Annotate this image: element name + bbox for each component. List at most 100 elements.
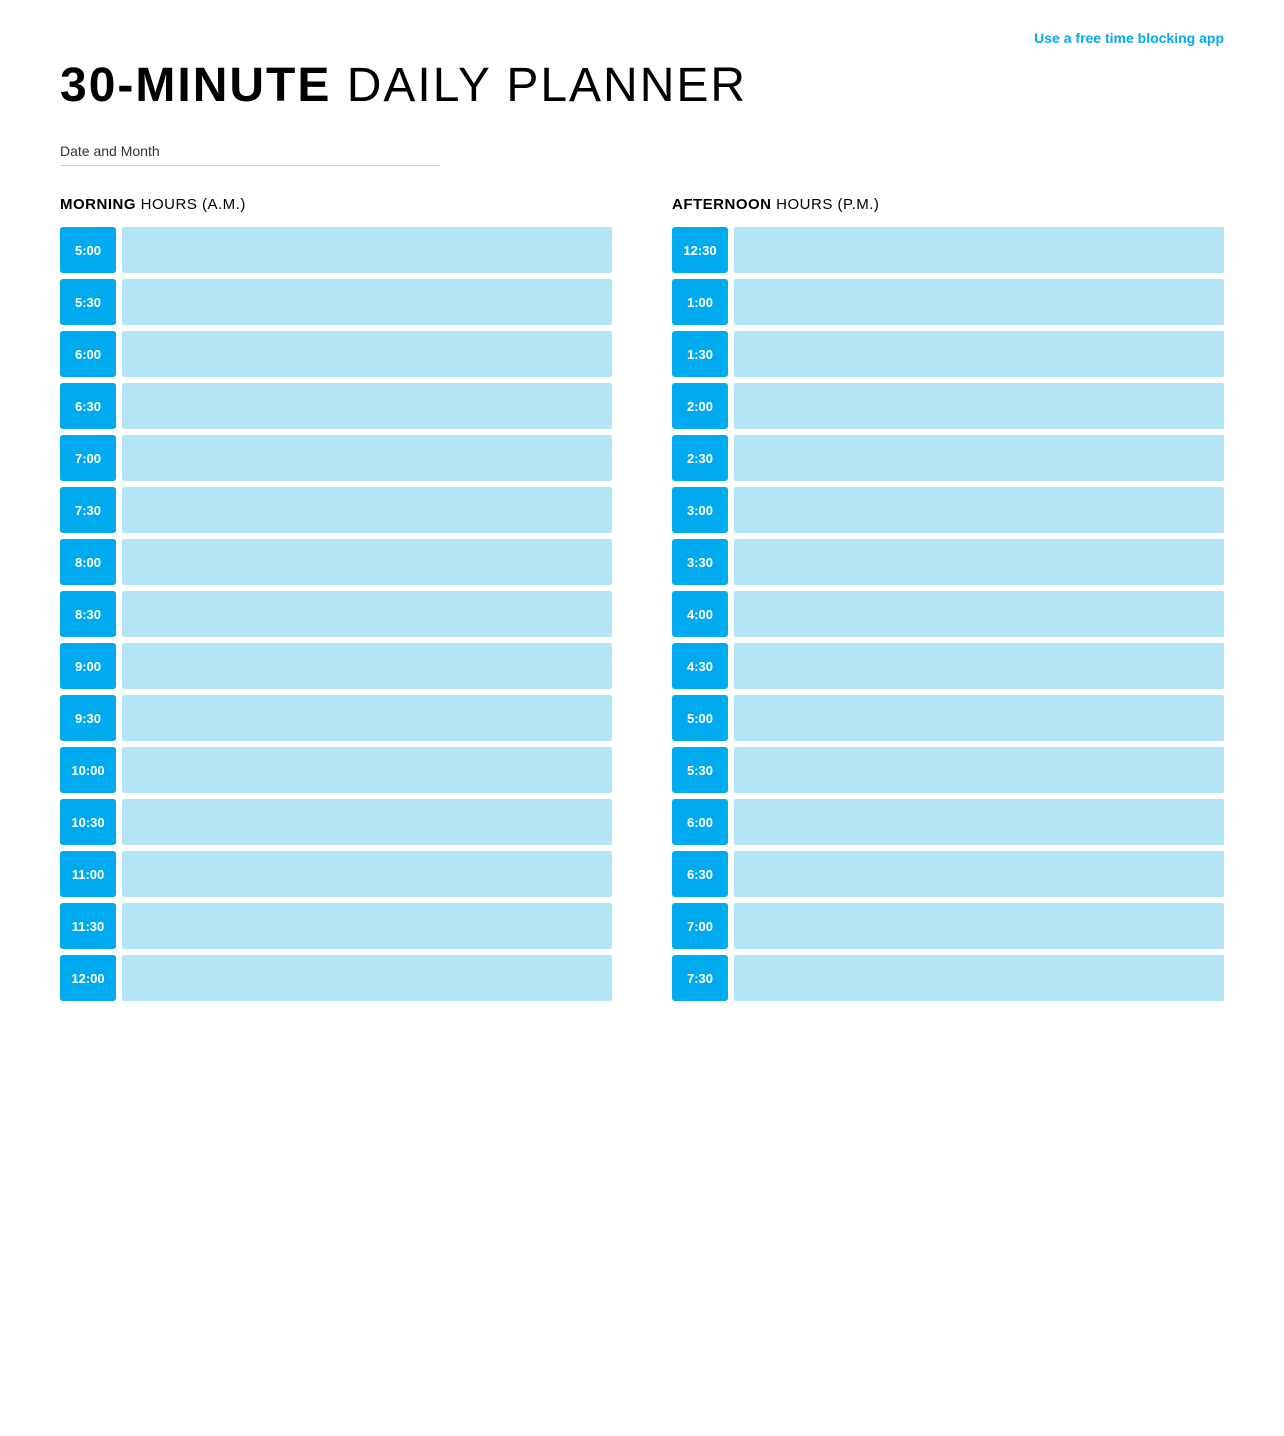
- time-block[interactable]: [122, 695, 612, 741]
- time-badge: 6:00: [60, 331, 116, 377]
- time-block[interactable]: [734, 955, 1224, 1001]
- time-row[interactable]: 6:00: [672, 799, 1224, 845]
- time-row[interactable]: 5:30: [672, 747, 1224, 793]
- time-block[interactable]: [734, 643, 1224, 689]
- time-block[interactable]: [734, 851, 1224, 897]
- time-badge: 12:00: [60, 955, 116, 1001]
- afternoon-times: 12:30 1:00 1:30 2:00 2:30 3:00 3:30 4:00…: [672, 227, 1224, 1001]
- time-row[interactable]: 3:00: [672, 487, 1224, 533]
- time-block[interactable]: [122, 591, 612, 637]
- morning-column: MORNING HOURS (A.M.) 5:00 5:30 6:00 6:30…: [60, 196, 612, 1007]
- time-row[interactable]: 1:00: [672, 279, 1224, 325]
- time-row[interactable]: 4:30: [672, 643, 1224, 689]
- time-row[interactable]: 4:00: [672, 591, 1224, 637]
- time-row[interactable]: 8:30: [60, 591, 612, 637]
- time-block[interactable]: [122, 643, 612, 689]
- time-row[interactable]: 1:30: [672, 331, 1224, 377]
- time-badge: 10:00: [60, 747, 116, 793]
- time-block[interactable]: [122, 539, 612, 585]
- time-badge: 3:30: [672, 539, 728, 585]
- time-block[interactable]: [122, 487, 612, 533]
- time-badge: 11:30: [60, 903, 116, 949]
- afternoon-header-regular: HOURS (P.M.): [772, 196, 880, 213]
- top-link[interactable]: Use a free time blocking app: [1034, 30, 1224, 46]
- time-badge: 10:30: [60, 799, 116, 845]
- time-block[interactable]: [122, 227, 612, 273]
- time-badge: 1:00: [672, 279, 728, 325]
- morning-header: MORNING HOURS (A.M.): [60, 196, 612, 213]
- morning-header-bold: MORNING: [60, 196, 136, 213]
- time-block[interactable]: [122, 955, 612, 1001]
- time-row[interactable]: 2:30: [672, 435, 1224, 481]
- time-block[interactable]: [734, 903, 1224, 949]
- afternoon-column: AFTERNOON HOURS (P.M.) 12:30 1:00 1:30 2…: [672, 196, 1224, 1007]
- time-row[interactable]: 7:00: [672, 903, 1224, 949]
- time-row[interactable]: 5:00: [672, 695, 1224, 741]
- time-block[interactable]: [734, 799, 1224, 845]
- time-block[interactable]: [734, 591, 1224, 637]
- time-block[interactable]: [734, 383, 1224, 429]
- time-badge: 8:30: [60, 591, 116, 637]
- time-row[interactable]: 6:30: [60, 383, 612, 429]
- time-badge: 7:30: [672, 955, 728, 1001]
- time-badge: 9:00: [60, 643, 116, 689]
- afternoon-header: AFTERNOON HOURS (P.M.): [672, 196, 1224, 213]
- date-label: Date and Month: [60, 143, 1224, 159]
- time-block[interactable]: [122, 799, 612, 845]
- time-block[interactable]: [734, 487, 1224, 533]
- time-block[interactable]: [122, 331, 612, 377]
- time-block[interactable]: [122, 747, 612, 793]
- time-row[interactable]: 12:30: [672, 227, 1224, 273]
- date-divider: [60, 165, 440, 166]
- time-block[interactable]: [734, 539, 1224, 585]
- page-title: 30-MINUTE DAILY PLANNER: [60, 58, 1224, 113]
- top-link-bar: Use a free time blocking app: [60, 30, 1224, 48]
- time-badge: 3:00: [672, 487, 728, 533]
- time-block[interactable]: [734, 227, 1224, 273]
- time-row[interactable]: 8:00: [60, 539, 612, 585]
- time-block[interactable]: [122, 435, 612, 481]
- time-badge: 6:30: [672, 851, 728, 897]
- page-title-bold: 30-MINUTE: [60, 59, 331, 112]
- columns-container: MORNING HOURS (A.M.) 5:00 5:30 6:00 6:30…: [60, 196, 1224, 1007]
- time-badge: 5:00: [672, 695, 728, 741]
- time-block[interactable]: [122, 279, 612, 325]
- time-badge: 12:30: [672, 227, 728, 273]
- time-block[interactable]: [122, 851, 612, 897]
- time-badge: 7:00: [60, 435, 116, 481]
- time-block[interactable]: [734, 747, 1224, 793]
- time-block[interactable]: [734, 331, 1224, 377]
- time-block[interactable]: [734, 695, 1224, 741]
- time-row[interactable]: 3:30: [672, 539, 1224, 585]
- time-block[interactable]: [734, 279, 1224, 325]
- time-badge: 5:30: [60, 279, 116, 325]
- time-row[interactable]: 10:00: [60, 747, 612, 793]
- time-badge: 6:30: [60, 383, 116, 429]
- time-badge: 5:30: [672, 747, 728, 793]
- time-row[interactable]: 6:00: [60, 331, 612, 377]
- time-row[interactable]: 5:30: [60, 279, 612, 325]
- time-row[interactable]: 6:30: [672, 851, 1224, 897]
- time-row[interactable]: 9:30: [60, 695, 612, 741]
- time-row[interactable]: 12:00: [60, 955, 612, 1001]
- page-title-regular: DAILY PLANNER: [331, 59, 747, 112]
- time-badge: 5:00: [60, 227, 116, 273]
- time-row[interactable]: 2:00: [672, 383, 1224, 429]
- time-badge: 8:00: [60, 539, 116, 585]
- time-row[interactable]: 11:30: [60, 903, 612, 949]
- time-row[interactable]: 10:30: [60, 799, 612, 845]
- time-row[interactable]: 7:00: [60, 435, 612, 481]
- time-badge: 11:00: [60, 851, 116, 897]
- time-row[interactable]: 9:00: [60, 643, 612, 689]
- time-row[interactable]: 11:00: [60, 851, 612, 897]
- time-badge: 1:30: [672, 331, 728, 377]
- time-block[interactable]: [122, 903, 612, 949]
- time-badge: 4:00: [672, 591, 728, 637]
- time-block[interactable]: [734, 435, 1224, 481]
- time-row[interactable]: 7:30: [672, 955, 1224, 1001]
- time-badge: 7:00: [672, 903, 728, 949]
- time-row[interactable]: 7:30: [60, 487, 612, 533]
- afternoon-header-bold: AFTERNOON: [672, 196, 772, 213]
- time-row[interactable]: 5:00: [60, 227, 612, 273]
- time-block[interactable]: [122, 383, 612, 429]
